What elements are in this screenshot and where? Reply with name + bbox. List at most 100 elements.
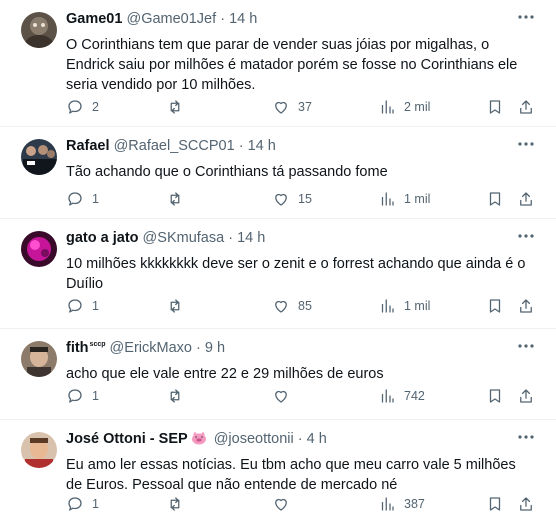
- tweet-text: acho que ele vale entre 22 e 29 milhões …: [66, 366, 384, 382]
- heart-icon: [275, 193, 287, 206]
- reply-tweet[interactable]: gato a jato @SKmufasa · 14 h 10 milhões …: [0, 219, 556, 329]
- heart-icon: [275, 390, 287, 403]
- like-button[interactable]: 85: [272, 296, 312, 316]
- tweet-header: José Ottoni - SEP @joseottonii · 4 h: [66, 431, 327, 447]
- more-options-icon[interactable]: [517, 434, 535, 442]
- more-options-icon[interactable]: [517, 14, 535, 22]
- timestamp[interactable]: 14 h: [248, 138, 276, 154]
- avatar[interactable]: [21, 139, 57, 175]
- like-button[interactable]: 15: [272, 189, 312, 209]
- user-handle[interactable]: @joseottonii: [214, 431, 294, 447]
- reply-tweet[interactable]: Rafael @Rafael_SCCP01 · 14 h Tão achando…: [0, 127, 556, 219]
- views-button[interactable]: 1 mil: [378, 296, 430, 316]
- like-button[interactable]: [272, 494, 298, 514]
- more-options-icon[interactable]: [517, 233, 535, 241]
- avatar[interactable]: [21, 341, 57, 377]
- bookmark-icon: [489, 497, 501, 511]
- reply-button[interactable]: 2: [66, 97, 99, 117]
- repost-icon: [170, 299, 180, 313]
- like-button[interactable]: 37: [272, 97, 312, 117]
- display-name[interactable]: fith: [66, 340, 89, 356]
- tweet-text: 10 milhões kkkkkkkk deve ser o zenit e o…: [66, 256, 526, 292]
- like-button[interactable]: [272, 386, 298, 406]
- separator-dot: ·: [238, 138, 244, 154]
- reply-tweet[interactable]: fithsccp @ErickMaxo · 9 h acho que ele v…: [0, 329, 556, 420]
- reply-count: 1: [92, 497, 99, 511]
- bookmark-button[interactable]: [486, 386, 504, 406]
- display-name[interactable]: Game01: [66, 11, 122, 27]
- avatar[interactable]: [21, 12, 57, 48]
- tweet-header: fithsccp @ErickMaxo · 9 h: [66, 340, 225, 356]
- views-count: 742: [404, 389, 425, 403]
- share-button[interactable]: [517, 494, 535, 514]
- views-chart-icon: [381, 100, 394, 114]
- action-bar: 1 387: [66, 494, 536, 514]
- reply-count: 1: [92, 192, 99, 206]
- views-button[interactable]: 387: [378, 494, 425, 514]
- share-button[interactable]: [517, 189, 535, 209]
- user-handle[interactable]: @Rafael_SCCP01: [114, 138, 235, 154]
- user-handle[interactable]: @SKmufasa: [143, 230, 225, 246]
- bookmark-button[interactable]: [486, 494, 504, 514]
- reply-tweet[interactable]: José Ottoni - SEP @joseottonii · 4 h Eu …: [0, 420, 556, 528]
- repost-icon: [170, 389, 180, 403]
- more-options-icon[interactable]: [517, 343, 535, 351]
- bookmark-icon: [489, 192, 501, 206]
- repost-button[interactable]: [166, 296, 192, 316]
- reply-button[interactable]: 1: [66, 494, 99, 514]
- reply-button[interactable]: 1: [66, 189, 99, 209]
- repost-icon: [170, 100, 180, 114]
- heart-icon: [275, 101, 287, 114]
- avatar[interactable]: [21, 432, 57, 468]
- timestamp[interactable]: 9 h: [205, 340, 225, 356]
- share-button[interactable]: [517, 97, 535, 117]
- display-name[interactable]: gato a jato: [66, 230, 139, 246]
- repost-button[interactable]: [166, 189, 192, 209]
- views-button[interactable]: 1 mil: [378, 189, 430, 209]
- repost-button[interactable]: [166, 494, 192, 514]
- share-button[interactable]: [517, 296, 535, 316]
- user-handle[interactable]: @ErickMaxo: [110, 340, 192, 356]
- bookmark-icon: [489, 389, 501, 403]
- reply-icon: [68, 389, 82, 403]
- reply-icon: [68, 497, 82, 511]
- reply-button[interactable]: 1: [66, 296, 99, 316]
- action-bar: 1 15 1 mil: [66, 189, 536, 209]
- views-button[interactable]: 2 mil: [378, 97, 430, 117]
- reply-count: 2: [92, 100, 99, 114]
- repost-button[interactable]: [166, 386, 192, 406]
- repost-icon: [170, 497, 180, 511]
- views-chart-icon: [381, 299, 394, 313]
- like-count: 15: [298, 192, 312, 206]
- views-count: 2 mil: [404, 100, 431, 114]
- reply-button[interactable]: 1: [66, 386, 99, 406]
- share-icon: [520, 389, 532, 403]
- timestamp[interactable]: 4 h: [307, 431, 327, 447]
- views-count: 1 mil: [404, 192, 431, 206]
- tweet-header: Rafael @Rafael_SCCP01 · 14 h: [66, 138, 276, 154]
- avatar[interactable]: [21, 231, 57, 267]
- views-count: 387: [404, 497, 425, 511]
- views-count: 1 mil: [404, 299, 431, 313]
- action-bar: 2 37 2 mil: [66, 97, 536, 117]
- display-name[interactable]: Rafael: [66, 138, 110, 154]
- display-name[interactable]: José Ottoni - SEP: [66, 431, 188, 447]
- separator-dot: ·: [195, 340, 201, 356]
- more-options-icon[interactable]: [517, 141, 535, 149]
- views-button[interactable]: 742: [378, 386, 425, 406]
- tweet-header: gato a jato @SKmufasa · 14 h: [66, 230, 265, 246]
- separator-dot: ·: [220, 11, 226, 27]
- separator-dot: ·: [297, 431, 303, 447]
- action-bar: 1 85 1 mil: [66, 296, 536, 316]
- bookmark-button[interactable]: [486, 97, 504, 117]
- bookmark-button[interactable]: [486, 296, 504, 316]
- views-chart-icon: [381, 389, 394, 403]
- bookmark-button[interactable]: [486, 189, 504, 209]
- timestamp[interactable]: 14 h: [237, 230, 265, 246]
- repost-button[interactable]: [166, 97, 192, 117]
- repost-icon: [170, 192, 180, 206]
- reply-tweet[interactable]: Game01 @Game01Jef · 14 h O Corinthians t…: [0, 0, 556, 127]
- user-handle[interactable]: @Game01Jef: [126, 11, 216, 27]
- share-button[interactable]: [517, 386, 535, 406]
- timestamp[interactable]: 14 h: [229, 11, 257, 27]
